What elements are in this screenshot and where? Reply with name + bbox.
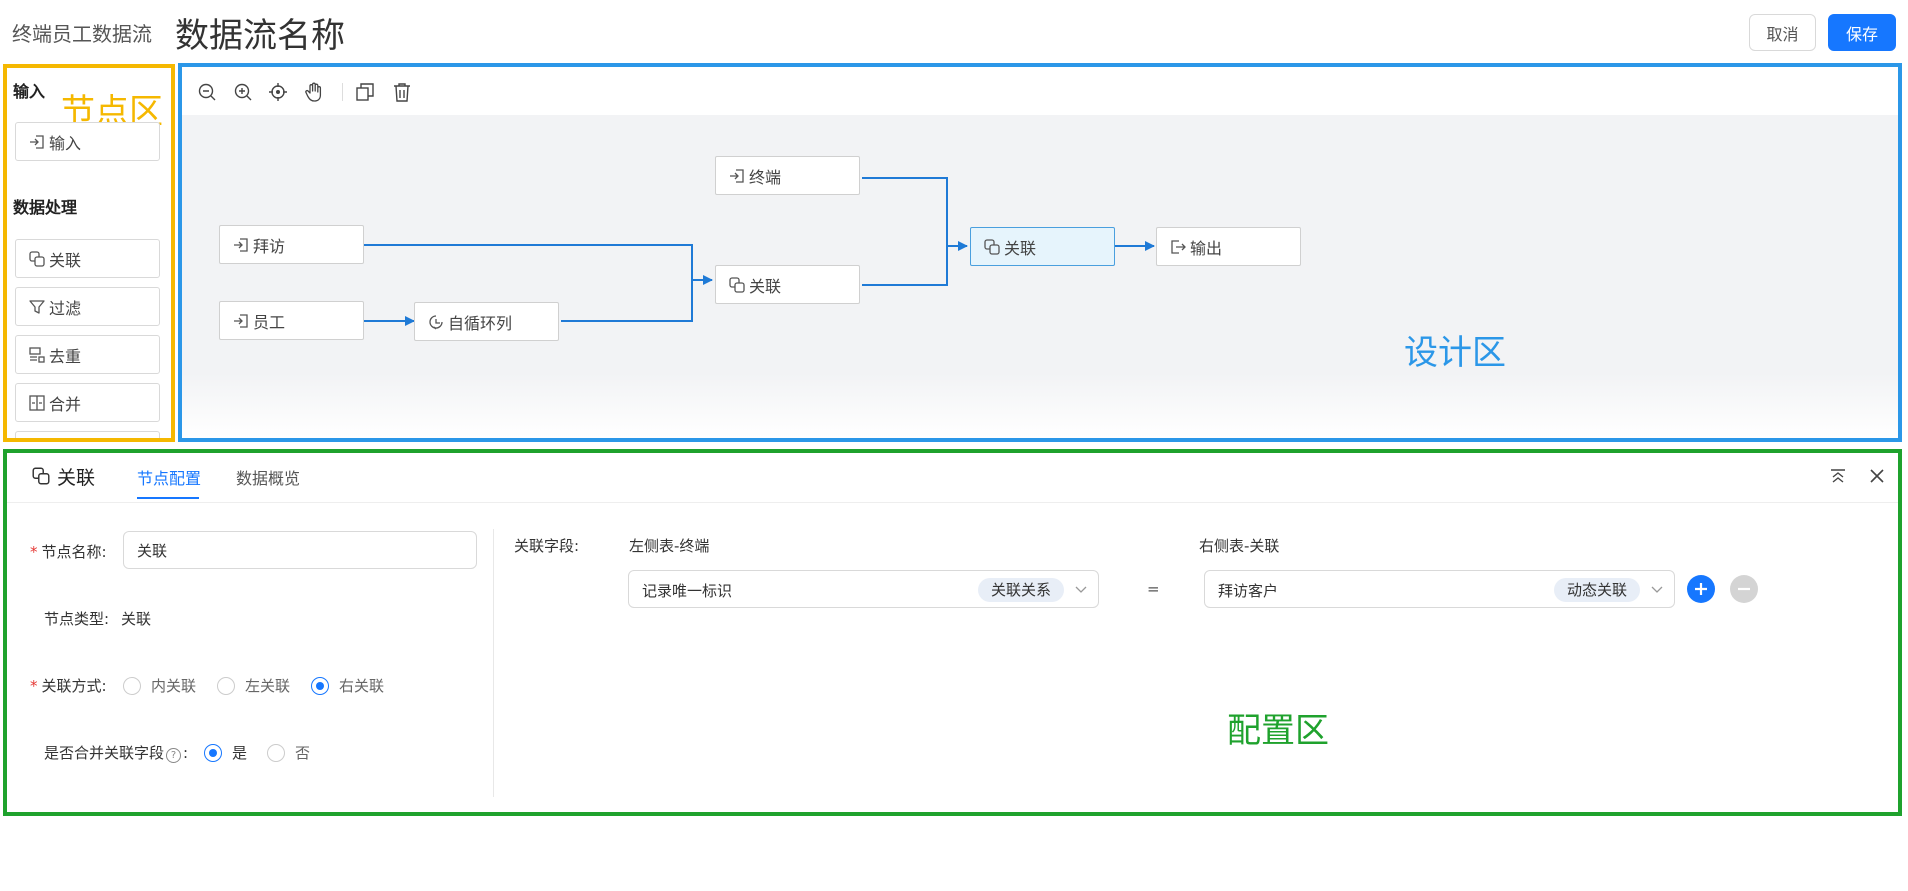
equals-sign: = [1147,580,1160,598]
edge-selfloop-join1 [561,280,693,322]
copy-icon[interactable] [354,81,376,103]
add-field-button[interactable] [1686,574,1716,604]
input-icon [234,237,248,252]
save-button[interactable]: 保存 [1828,14,1896,51]
merge-icon [29,394,45,411]
output-icon [1171,239,1186,254]
toolbar-divider [342,83,343,101]
radio-right-join[interactable]: 右关联 [311,675,384,696]
flow-edges [364,177,1155,326]
flow-node-label: 关联 [1004,238,1037,258]
palette-item-join[interactable]: 关联 [15,239,160,278]
locate-icon[interactable] [267,81,289,103]
palette-item-label: 合并 [49,394,82,414]
left-field-select[interactable]: 记录唯一标识 关联关系 [628,570,1099,608]
pan-hand-icon[interactable] [303,81,325,103]
zoom-out-icon[interactable] [196,81,218,103]
palette-item-input[interactable]: 输入 [15,122,160,161]
config-panel: 关联 节点配置 数据概览 *节点名称: 节点类型: 关联 *关联方式: 内关联 … [3,449,1902,816]
cancel-button[interactable]: 取消 [1749,14,1816,51]
edge-terminal-join2 [862,177,968,251]
processing-section-title: 数据处理 [13,198,78,217]
right-table-label: 右侧表-关联 [1199,537,1280,555]
join-icon [32,467,50,485]
filter-icon [29,299,45,314]
node-panel: 输入 节点区 输入 数据处理 关联 过滤 去重 合并 [3,64,175,442]
design-zone-label: 设计区 [1404,333,1506,373]
flow-node-label: 输出 [1190,238,1223,258]
flow-node-employee[interactable]: 员工 [219,301,364,340]
zoom-in-icon[interactable] [232,81,254,103]
config-zone-label: 配置区 [1227,711,1329,751]
self-loop-icon [429,314,443,329]
radio-merge-no[interactable]: 否 [267,742,310,763]
design-canvas[interactable]: 拜访 员工 自循环列 终端 关联 关联 输出 设计区 [182,115,1898,438]
radio-merge-yes[interactable]: 是 [204,742,247,763]
flow-node-join-2[interactable]: 关联 [970,227,1115,266]
dedupe-icon [29,346,45,363]
right-field-select[interactable]: 拜访客户 动态关联 [1204,570,1675,608]
palette-item-label: 关联 [49,250,82,270]
join-icon [984,238,1000,255]
node-name-label: * 节点名称: [30,543,107,561]
edge-join1-join2 [862,246,948,286]
chevron-down-icon [1075,586,1087,593]
help-icon[interactable]: ? [166,748,182,763]
palette-item-label: 过滤 [49,298,82,318]
delete-icon[interactable] [391,81,413,103]
flow-node-label: 自循环列 [448,313,513,333]
edge-visit-join1 [364,244,713,285]
flow-name-title[interactable]: 数据流名称 [175,8,345,57]
flow-node-terminal[interactable]: 终端 [715,156,860,195]
active-tab-indicator [137,497,199,499]
node-type-value: 关联 [121,610,152,628]
flow-node-visit[interactable]: 拜访 [219,225,364,264]
chevron-down-icon [1651,586,1663,593]
merge-fields-label: 是否合并关联字段?: [44,744,189,763]
palette-item-label: 输入 [49,133,82,153]
config-header: 关联 节点配置 数据概览 [7,453,1898,503]
flow-node-join-1[interactable]: 关联 [715,265,860,304]
palette-item-more[interactable] [15,431,160,438]
radio-inner-join[interactable]: 内关联 [123,675,196,696]
node-name-input[interactable] [123,531,477,569]
palette-item-filter[interactable]: 过滤 [15,287,160,326]
left-field-tag: 关联关系 [977,578,1064,602]
remove-field-button[interactable] [1729,574,1759,604]
form-divider [493,529,494,797]
node-type-label: 节点类型: [44,610,110,628]
tab-node-config[interactable]: 节点配置 [137,465,201,489]
flow-node-label: 终端 [749,167,782,187]
radio-left-join[interactable]: 左关联 [217,675,290,696]
join-icon [29,250,45,267]
left-field-value: 记录唯一标识 [642,582,733,600]
join-mode-label: * 关联方式: [30,677,107,695]
left-table-label: 左侧表-终端 [629,537,710,555]
flow-node-output[interactable]: 输出 [1156,227,1301,266]
close-icon[interactable] [1868,467,1886,485]
design-area: 拜访 员工 自循环列 终端 关联 关联 输出 设计区 [178,63,1902,442]
collapse-icon[interactable] [1829,467,1847,485]
palette-item-label: 去重 [49,346,82,366]
config-node-title: 关联 [57,467,96,489]
input-icon [30,134,44,149]
right-field-value: 拜访客户 [1218,582,1279,600]
flow-node-label: 关联 [749,276,782,296]
right-field-tag: 动态关联 [1553,578,1640,602]
join-icon [729,276,745,293]
palette-item-merge[interactable]: 合并 [15,383,160,422]
flow-node-label: 员工 [253,312,286,332]
palette-item-dedupe[interactable]: 去重 [15,335,160,374]
app-title: 终端员工数据流 [12,22,152,46]
flow-node-self-loop[interactable]: 自循环列 [414,302,559,341]
tab-data-overview[interactable]: 数据概览 [236,465,300,489]
input-section-title: 输入 [13,82,46,101]
join-fields-label: 关联字段: [514,537,580,555]
flow-node-label: 拜访 [253,236,286,256]
input-icon [234,313,248,328]
input-icon [730,168,744,183]
